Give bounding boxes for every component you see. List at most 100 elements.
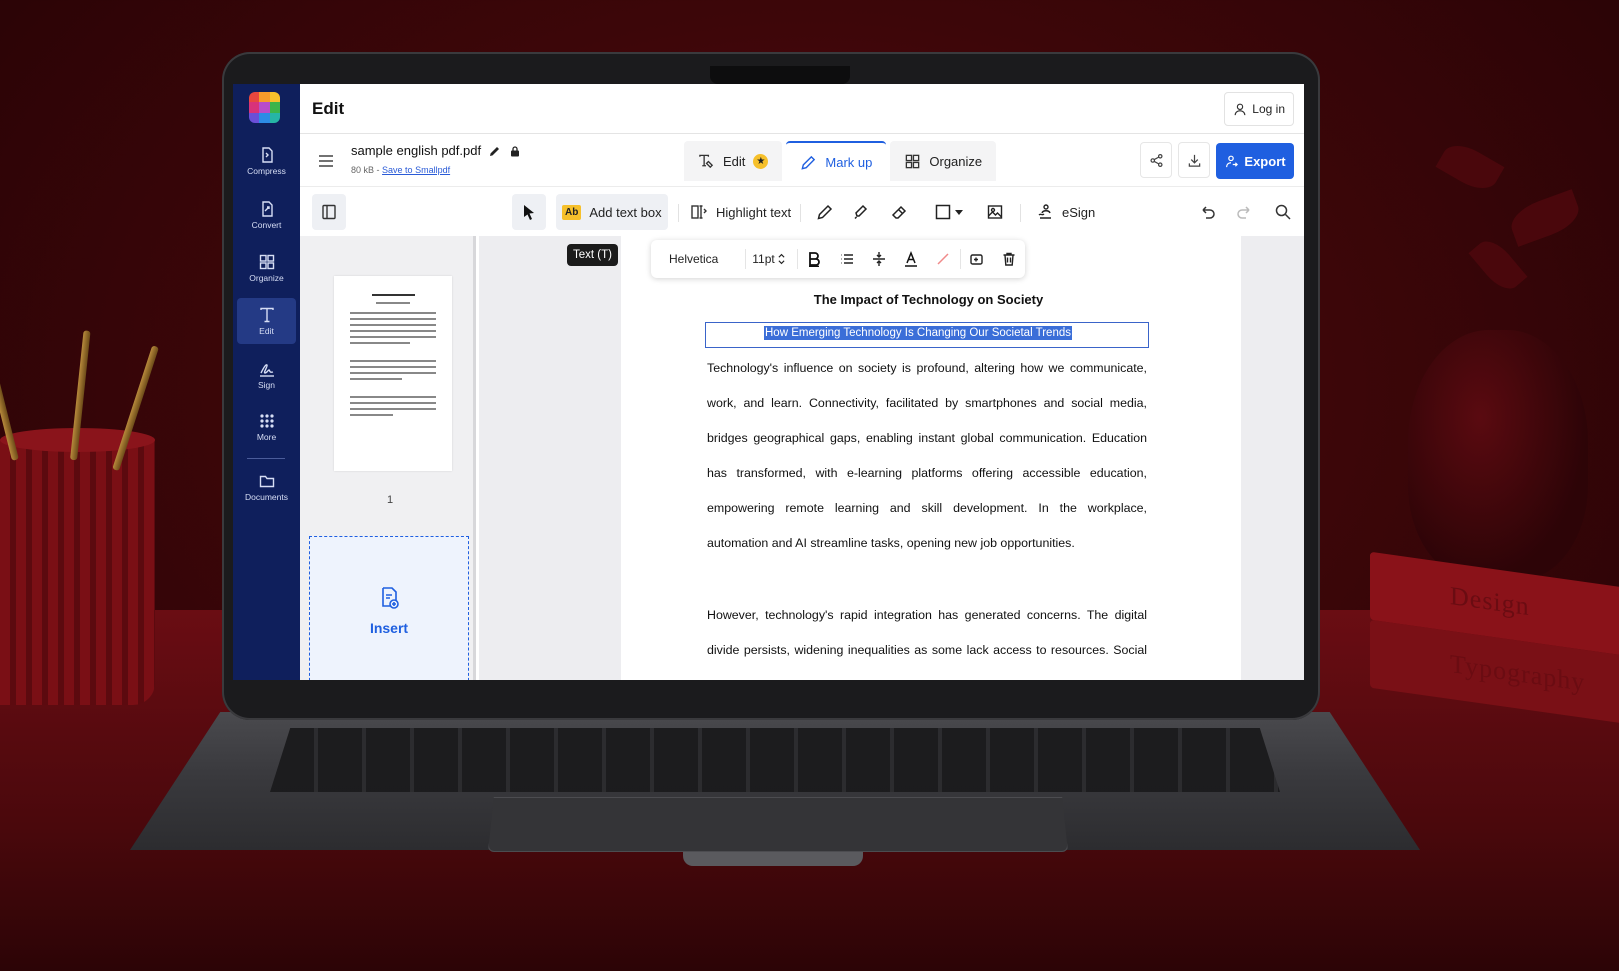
sidebar: Compress Convert Organize Edit Sign More… bbox=[233, 84, 300, 680]
esign-button[interactable]: eSign bbox=[1030, 194, 1101, 230]
sidebar-item-more[interactable]: More bbox=[237, 404, 296, 450]
page-thumbnail[interactable] bbox=[334, 276, 452, 471]
selected-text-box[interactable]: How Emerging Technology Is Changing Our … bbox=[705, 322, 1149, 348]
compress-icon bbox=[261, 147, 273, 163]
paragraph-line: automation and AI streamline tasks, open… bbox=[707, 536, 1075, 550]
tab-organize-label: Organize bbox=[929, 153, 983, 169]
book-stack: Design Typography bbox=[1370, 551, 1619, 740]
duplicate-button[interactable] bbox=[961, 251, 993, 267]
edit-text-icon bbox=[259, 307, 274, 323]
smallpdf-logo-icon[interactable] bbox=[249, 92, 280, 123]
font-family-select[interactable]: Helvetica bbox=[651, 252, 745, 266]
premium-star-icon: ★ bbox=[753, 153, 769, 169]
document-subtitle-selected[interactable]: How Emerging Technology Is Changing Our … bbox=[764, 326, 1072, 340]
redo-button[interactable] bbox=[1230, 194, 1260, 230]
highlight-text-button[interactable]: Highlight text bbox=[684, 194, 797, 230]
search-button[interactable] bbox=[1268, 194, 1298, 230]
tab-edit-label: Edit bbox=[723, 153, 746, 169]
folder-icon bbox=[259, 475, 274, 488]
tab-organize[interactable]: Organize bbox=[890, 141, 997, 181]
esign-label: eSign bbox=[1062, 204, 1096, 220]
redo-icon bbox=[1237, 206, 1250, 219]
text-color-button[interactable] bbox=[895, 251, 927, 267]
eraser-tool-button[interactable] bbox=[884, 194, 914, 230]
page-title: Edit bbox=[312, 99, 345, 118]
line-spacing-button[interactable] bbox=[830, 251, 862, 267]
trash-icon bbox=[1003, 252, 1015, 266]
sidebar-item-compress[interactable]: Compress bbox=[237, 138, 296, 184]
export-label: Export bbox=[1244, 153, 1286, 169]
hamburger-menu-icon[interactable] bbox=[316, 151, 336, 171]
paragraph-line: Technology's influence on society is pro… bbox=[707, 361, 1147, 375]
app-screen: Compress Convert Organize Edit Sign More… bbox=[233, 84, 1304, 680]
rename-pencil-icon[interactable] bbox=[489, 145, 501, 157]
insert-image-button[interactable] bbox=[980, 194, 1010, 230]
insert-label: Insert bbox=[369, 620, 409, 636]
add-text-box-label: Add text box bbox=[589, 204, 662, 220]
laptop-keyboard bbox=[270, 728, 1280, 792]
toolbar-divider bbox=[1020, 204, 1021, 222]
export-button[interactable]: Export bbox=[1216, 143, 1294, 179]
sidebar-divider bbox=[247, 458, 285, 459]
paragraph-line: work, and learn. Connectivity, facilitat… bbox=[707, 396, 1147, 410]
toggle-thumbnails-button[interactable] bbox=[312, 194, 346, 230]
stepper-arrows-icon bbox=[778, 253, 785, 265]
thumbnail-pane: 1 Insert bbox=[300, 236, 476, 680]
vertical-align-button[interactable] bbox=[863, 251, 895, 267]
highlight-text-icon bbox=[691, 205, 707, 219]
sidebar-item-edit[interactable]: Edit bbox=[237, 298, 296, 344]
sidebar-item-label: Sign bbox=[257, 380, 275, 390]
bold-button[interactable] bbox=[798, 251, 830, 267]
page-number: 1 bbox=[386, 494, 394, 506]
highlight-text-label: Highlight text bbox=[716, 204, 792, 220]
tab-mark-up-label: Mark up bbox=[825, 154, 873, 170]
paragraph-1[interactable]: Technology's influence on society is pro… bbox=[707, 351, 1147, 561]
esign-icon bbox=[1038, 204, 1051, 219]
highlighter-tool-button[interactable] bbox=[846, 194, 876, 230]
document-page: The Impact of Technology on Society How … bbox=[621, 236, 1241, 680]
tab-mark-up[interactable]: Mark up bbox=[786, 141, 887, 181]
shape-tool-dropdown[interactable] bbox=[928, 194, 970, 230]
vertical-align-icon bbox=[872, 252, 885, 266]
share-button[interactable] bbox=[1140, 142, 1172, 178]
sidebar-item-label: Compress bbox=[247, 166, 286, 176]
paragraph-line: has transformed, with e-learning platfor… bbox=[707, 466, 1147, 480]
font-size-stepper[interactable]: 11pt bbox=[746, 252, 797, 266]
save-to-smallpdf-link[interactable]: Save to Smallpdf bbox=[382, 165, 450, 175]
delete-button[interactable] bbox=[993, 251, 1025, 267]
paragraph-line: empowering remote learning and skill dev… bbox=[707, 501, 1147, 515]
select-tool-button[interactable] bbox=[512, 194, 546, 230]
share-icon bbox=[1149, 153, 1163, 167]
paragraph-2[interactable]: However, technology's rapid integration … bbox=[707, 598, 1147, 668]
laptop-trackpad bbox=[488, 797, 1068, 852]
lock-icon[interactable] bbox=[509, 145, 521, 157]
login-button[interactable]: Log in bbox=[1224, 92, 1294, 126]
organize-icon bbox=[906, 154, 920, 168]
insert-page-button[interactable]: Insert bbox=[309, 536, 469, 680]
download-button[interactable] bbox=[1178, 142, 1210, 178]
file-meta: 80 kB - Save to Smallpdf bbox=[351, 165, 450, 175]
sidebar-item-label: Convert bbox=[251, 220, 282, 230]
line-spacing-icon bbox=[840, 254, 853, 264]
tab-edit[interactable]: Edit ★ bbox=[684, 141, 783, 181]
sidebar-item-convert[interactable]: Convert bbox=[237, 192, 296, 238]
markup-toolbar: Ab Add text box Highlight text eSign bbox=[300, 188, 1304, 236]
document-title[interactable]: The Impact of Technology on Society bbox=[621, 292, 1236, 307]
file-name[interactable]: sample english pdf.pdf bbox=[351, 143, 481, 158]
cursor-arrow-icon bbox=[524, 205, 534, 220]
sidebar-item-organize[interactable]: Organize bbox=[237, 245, 296, 291]
pen-cup bbox=[0, 428, 155, 705]
sidebar-item-sign[interactable]: Sign bbox=[237, 352, 296, 398]
toolbar-divider bbox=[800, 204, 801, 222]
add-text-box-button[interactable]: Ab Add text box bbox=[556, 194, 668, 230]
vase bbox=[1408, 330, 1588, 580]
organize-icon bbox=[259, 254, 274, 270]
text-format-bar: Helvetica 11pt bbox=[651, 240, 1025, 278]
undo-icon bbox=[1202, 206, 1215, 219]
background-color-button[interactable] bbox=[927, 251, 959, 267]
sidebar-item-documents[interactable]: Documents bbox=[237, 464, 296, 510]
app-main: Edit Log in sample english pdf.pdf 80 kB… bbox=[300, 84, 1304, 680]
pen-tool-button[interactable] bbox=[810, 194, 840, 230]
undo-button[interactable] bbox=[1192, 194, 1222, 230]
bold-icon bbox=[809, 252, 821, 267]
